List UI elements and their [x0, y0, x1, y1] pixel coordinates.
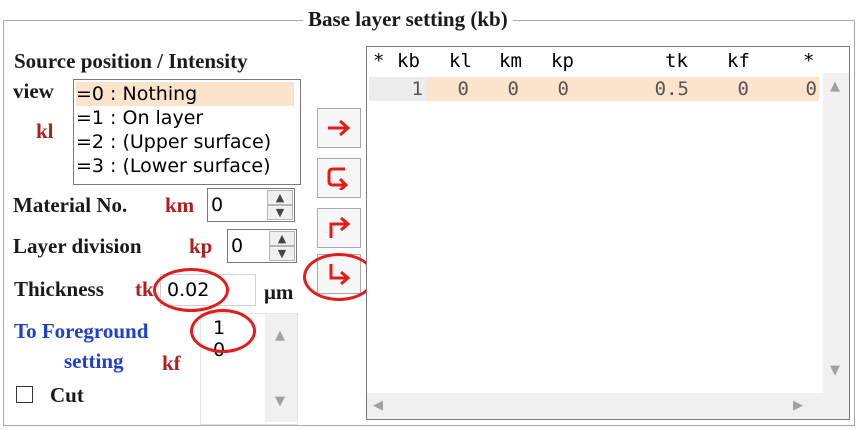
loop-return-icon — [327, 167, 349, 190]
layer-table[interactable]: * kb kl km kp tk kf * 1 0 0 0 0.5 0 0 ▲ … — [366, 46, 850, 420]
scroll-down-icon[interactable]: ▼ — [830, 363, 840, 379]
col-header-kf: kf — [727, 50, 750, 72]
cell-kf: 0 — [737, 78, 749, 100]
material-value: 0 — [211, 194, 224, 216]
scroll-down-icon[interactable]: ▼ — [275, 394, 285, 410]
kp-code: kp — [189, 234, 213, 258]
foreground-option-1[interactable]: 0 — [213, 338, 225, 362]
listbox-option-1[interactable]: =1 : On layer — [76, 106, 203, 130]
foreground-scrollbar[interactable]: ▲ ▼ — [265, 314, 297, 422]
layer-division-value: 0 — [231, 235, 244, 257]
scroll-up-icon[interactable]: ▲ — [275, 328, 285, 344]
table-vscrollbar[interactable]: ▲ ▼ — [823, 73, 849, 393]
foreground-label: To Foreground — [14, 319, 149, 343]
col-header-km: km — [499, 50, 522, 72]
spin-down-icon[interactable]: ▼ — [269, 246, 295, 261]
insert-down-button[interactable] — [317, 254, 361, 294]
down-right-arrow-icon — [329, 264, 351, 286]
thickness-input[interactable]: 0.02 — [160, 274, 256, 306]
scroll-up-icon[interactable]: ▲ — [830, 79, 840, 95]
table-row[interactable] — [427, 77, 819, 101]
layer-division-spinner[interactable]: 0 ▲ ▼ — [227, 229, 297, 263]
cell-kl: 0 — [457, 78, 469, 100]
col-header-star: * — [373, 50, 385, 72]
col-header-star-end: * — [803, 50, 815, 72]
col-header-kb: kb — [397, 50, 420, 72]
scroll-right-icon[interactable]: ▶ — [793, 398, 803, 414]
thickness-unit: μm — [264, 280, 294, 304]
add-button[interactable] — [317, 108, 361, 148]
scroll-left-icon[interactable]: ◀ — [373, 398, 383, 414]
view-label: view — [13, 79, 54, 103]
listbox-option-0[interactable]: =0 : Nothing — [76, 82, 294, 106]
col-header-tk: tk — [665, 50, 688, 72]
material-spinner[interactable]: 0 ▲ ▼ — [207, 188, 295, 222]
listbox-option-3[interactable]: =3 : (Lower surface) — [76, 154, 271, 178]
source-listbox[interactable]: =0 : Nothing =1 : On layer =2 : (Upper s… — [73, 79, 301, 185]
foreground-label-2: setting — [64, 349, 124, 373]
foreground-option-0[interactable]: 1 — [213, 316, 225, 340]
material-label: Material No. — [13, 193, 128, 217]
kf-code: kf — [162, 351, 181, 375]
cell-tk: 0.5 — [654, 78, 689, 100]
cut-label: Cut — [50, 383, 84, 407]
up-right-arrow-icon — [329, 216, 351, 238]
table-hscrollbar[interactable]: ◀ ▶ — [367, 393, 823, 419]
cell-extra: 0 — [805, 78, 817, 100]
source-label: Source position / Intensity — [14, 49, 248, 73]
cut-checkbox[interactable] — [16, 386, 33, 403]
listbox-option-2[interactable]: =2 : (Upper surface) — [76, 130, 271, 154]
col-header-kl: kl — [449, 50, 472, 72]
km-code: km — [165, 193, 195, 217]
layer-division-label: Layer division — [13, 234, 142, 258]
cell-km: 0 — [507, 78, 519, 100]
kl-code: kl — [36, 119, 54, 143]
col-header-kp: kp — [551, 50, 574, 72]
right-arrow-icon — [328, 119, 351, 137]
spin-down-icon[interactable]: ▼ — [267, 205, 293, 220]
replace-button[interactable] — [317, 158, 361, 198]
foreground-listbox[interactable]: 1 0 ▲ ▼ — [200, 313, 298, 425]
insert-up-button[interactable] — [317, 208, 361, 248]
frame-title: Base layer setting (kb) — [303, 6, 513, 32]
cell-kp: 0 — [557, 78, 569, 100]
tk-code: tk — [135, 277, 154, 301]
thickness-label: Thickness — [14, 277, 104, 301]
cell-kb: 1 — [411, 78, 423, 100]
spin-up-icon[interactable]: ▲ — [267, 190, 293, 205]
scroll-corner — [823, 393, 849, 419]
spin-up-icon[interactable]: ▲ — [269, 231, 295, 246]
